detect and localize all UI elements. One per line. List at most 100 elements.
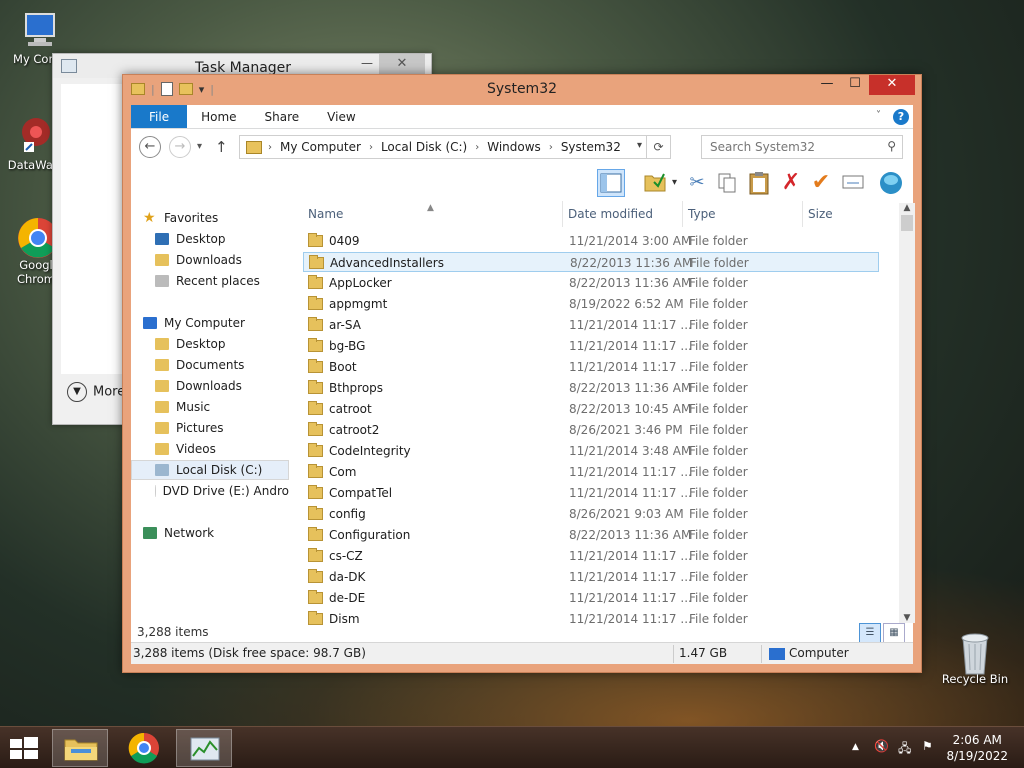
breadcrumb-system32[interactable]: System32	[561, 140, 621, 154]
preview-pane-icon[interactable]	[597, 169, 625, 197]
nav-fav-downloads[interactable]: Downloads	[155, 250, 313, 270]
nav-network[interactable]: Network	[143, 523, 301, 543]
table-row[interactable]: appmgmt 8/19/2022 6:52 AM File folder	[303, 294, 879, 314]
back-button[interactable]: ←	[139, 136, 161, 158]
nav-desktop[interactable]: Desktop	[155, 334, 313, 354]
table-row[interactable]: CodeIntegrity 11/21/2014 3:48 AM File fold…	[303, 441, 879, 461]
minimize-button[interactable]: —	[813, 75, 841, 95]
select-icon[interactable]: ✔	[807, 169, 835, 197]
show-hidden-icons-icon[interactable]: ▲	[852, 742, 859, 752]
expand-ribbon-icon[interactable]: ˅	[876, 110, 881, 121]
tab-share[interactable]: Share	[251, 105, 314, 128]
paste-icon[interactable]	[745, 169, 773, 197]
folder-options-icon[interactable]: ▾	[635, 169, 677, 197]
scroll-down-icon[interactable]: ▼	[899, 613, 915, 623]
table-row[interactable]: AdvancedInstallers 8/22/2013 11:36 AM File…	[303, 252, 879, 272]
tab-view[interactable]: View	[313, 105, 369, 128]
table-row[interactable]: CompatTel 11/21/2014 11:17 ... File folder	[303, 483, 879, 503]
network-status-icon[interactable]: 🖧	[898, 739, 911, 760]
taskbar-chrome[interactable]	[116, 729, 172, 767]
table-row[interactable]: Bthprops 8/22/2013 11:36 AM File folder	[303, 378, 879, 398]
address-bar[interactable]: › My Computer › Local Disk (C:) › Window…	[239, 135, 671, 159]
column-header-type[interactable]: Type	[683, 201, 803, 227]
scroll-thumb[interactable]	[901, 215, 913, 231]
up-button[interactable]: ↑	[215, 138, 228, 156]
breadcrumb-separator-icon[interactable]: ›	[369, 142, 373, 153]
copy-icon[interactable]	[713, 169, 741, 197]
column-header-size[interactable]: Size	[803, 201, 881, 227]
nav-fav-desktop[interactable]: Desktop	[155, 229, 313, 249]
nav-music[interactable]: Music	[155, 397, 313, 417]
ribbon: File Home Share View ˅ ?	[131, 105, 913, 129]
rename-icon[interactable]	[839, 169, 867, 197]
large-icons-view-icon[interactable]: ▦	[883, 623, 905, 643]
breadcrumb-local-disk[interactable]: Local Disk (C:)	[381, 140, 467, 154]
help-icon[interactable]: ?	[893, 109, 909, 125]
nav-local-disk[interactable]: Local Disk (C:)	[131, 460, 289, 480]
tab-file[interactable]: File	[131, 105, 188, 128]
breadcrumb-separator-icon[interactable]: ›	[268, 142, 272, 153]
table-row[interactable]: 0409 11/21/2014 3:00 AM File folder	[303, 231, 879, 251]
downloads-icon	[155, 254, 169, 266]
table-row[interactable]: Com 11/21/2014 11:17 ... File folder	[303, 462, 879, 482]
scroll-up-icon[interactable]: ▲	[899, 203, 915, 213]
maximize-button[interactable]: ☐	[841, 75, 869, 95]
taskbar-task-manager[interactable]	[176, 729, 232, 767]
network-icon	[143, 527, 157, 539]
file-name: CompatTel	[329, 486, 393, 500]
forward-button[interactable]: →	[169, 136, 191, 158]
table-row[interactable]: ar-SA 11/21/2014 11:17 ... File folder	[303, 315, 879, 335]
nav-dvd-drive[interactable]: DVD Drive (E:) Andro	[155, 481, 289, 501]
nav-pictures[interactable]: Pictures	[155, 418, 313, 438]
breadcrumb-my-computer[interactable]: My Computer	[280, 140, 361, 154]
table-row[interactable]: da-DK 11/21/2014 11:17 ... File folder	[303, 567, 879, 587]
nav-my-computer[interactable]: My Computer	[143, 313, 301, 333]
breadcrumb-separator-icon[interactable]: ›	[475, 142, 479, 153]
tab-home[interactable]: Home	[187, 105, 250, 128]
table-row[interactable]: AppLocker 8/22/2013 11:36 AM File folder	[303, 273, 879, 293]
nav-fav-recent-places[interactable]: Recent places	[155, 271, 313, 291]
table-row[interactable]: Boot 11/21/2014 11:17 ... File folder	[303, 357, 879, 377]
table-row[interactable]: cs-CZ 11/21/2014 11:17 ... File folder	[303, 546, 879, 566]
file-type: File folder	[689, 339, 748, 353]
details-view-icon[interactable]: ☰	[859, 623, 881, 643]
table-row[interactable]: de-DE 11/21/2014 11:17 ... File folder	[303, 588, 879, 608]
table-row[interactable]: Configuration 8/22/2013 11:36 AM File fold…	[303, 525, 879, 545]
table-row[interactable]: catroot2 8/26/2021 3:46 PM File folder	[303, 420, 879, 440]
recent-locations-button[interactable]: ▾	[197, 141, 202, 152]
table-row[interactable]: catroot 8/22/2013 10:45 AM File folder	[303, 399, 879, 419]
start-button[interactable]	[10, 737, 38, 762]
table-row[interactable]: bg-BG 11/21/2014 11:17 ... File folder	[303, 336, 879, 356]
refresh-button[interactable]: ⟳	[646, 136, 670, 158]
nav-favorites[interactable]: ★ Favorites	[143, 208, 301, 228]
table-row[interactable]: Dism 11/21/2014 11:17 ... File folder	[303, 609, 879, 629]
task-manager-minimize-button[interactable]: —	[355, 56, 379, 72]
action-center-icon[interactable]: ⚑	[922, 739, 933, 753]
vertical-scrollbar[interactable]: ▲ ▼	[899, 203, 915, 623]
nav-videos[interactable]: Videos	[155, 439, 313, 459]
search-input[interactable]: Search System32 ⚲	[701, 135, 903, 159]
close-button[interactable]: ✕	[869, 75, 915, 95]
properties-sphere-icon[interactable]	[877, 169, 905, 197]
address-dropdown-icon[interactable]: ▾	[637, 140, 642, 151]
explorer-window[interactable]: | ▾ | System32 — ☐ ✕ File Home Share Vie…	[122, 74, 922, 673]
taskbar-file-explorer[interactable]	[52, 729, 108, 767]
delete-icon[interactable]: ✗	[777, 169, 805, 197]
column-header-name[interactable]: Name ▲	[303, 201, 563, 227]
folder-icon	[308, 359, 323, 373]
more-details-button[interactable]: ▼ More	[67, 382, 125, 402]
column-header-date[interactable]: Date modified	[563, 201, 683, 227]
volume-muted-icon[interactable]: 🔇	[874, 739, 889, 753]
breadcrumb-windows[interactable]: Windows	[487, 140, 541, 154]
task-manager-close-button[interactable]: ✕	[379, 54, 425, 74]
file-date: 11/21/2014 3:48 AM	[569, 444, 692, 458]
computer-icon	[769, 648, 785, 660]
cut-icon[interactable]: ✂	[683, 169, 711, 197]
desktop-icon-recycle-bin[interactable]: Recycle Bin	[935, 630, 1015, 686]
breadcrumb-separator-icon[interactable]: ›	[549, 142, 553, 153]
nav-downloads[interactable]: Downloads	[155, 376, 313, 396]
explorer-titlebar[interactable]: | ▾ | System32 — ☐ ✕	[123, 75, 921, 103]
nav-documents[interactable]: Documents	[155, 355, 313, 375]
table-row[interactable]: config 8/26/2021 9:03 AM File folder	[303, 504, 879, 524]
clock[interactable]: 2:06 AM 8/19/2022	[946, 732, 1008, 764]
